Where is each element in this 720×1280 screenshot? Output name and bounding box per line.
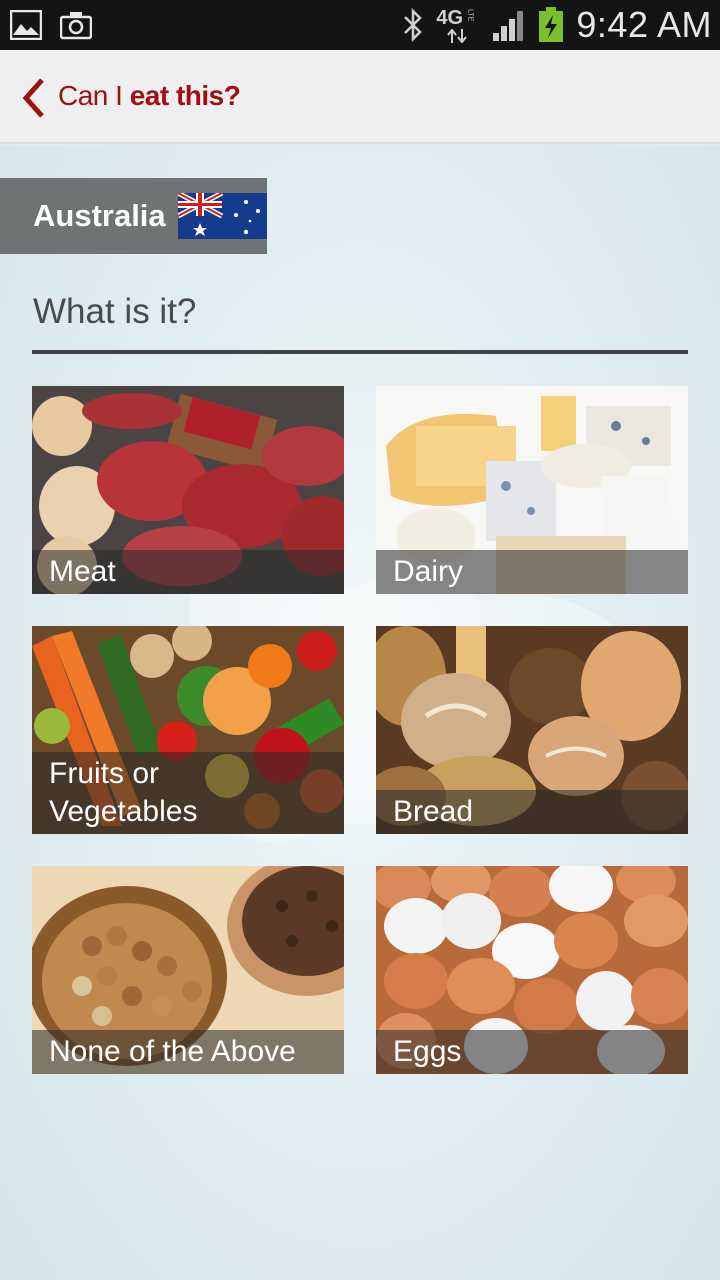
image-icon	[10, 10, 42, 40]
tile-label: Bread	[393, 795, 474, 828]
tile-label: Meat	[49, 555, 116, 588]
category-tile-bread[interactable]: Bread	[376, 626, 688, 834]
app-title: Can I eat this?	[58, 80, 241, 111]
tile-label: Fruits or Vegetables	[49, 757, 198, 828]
signal-icon	[493, 11, 524, 41]
battery-charging-icon	[539, 7, 564, 42]
data-arrows-icon	[447, 29, 468, 43]
question-heading: What is it?	[33, 292, 197, 331]
category-tile-dairy[interactable]: Dairy	[376, 386, 688, 594]
tile-label-band: Meat	[32, 550, 344, 594]
clock: 9:42 AM	[576, 4, 712, 45]
tile-label-band: Dairy	[376, 550, 688, 594]
tile-label-band: Eggs	[376, 1030, 688, 1074]
category-tile-eggs[interactable]: Eggs	[376, 866, 688, 1074]
status-bar: 4G LTE 9:42 AM	[0, 0, 720, 50]
tile-label-band: None of the Above	[32, 1030, 344, 1074]
network-indicator: 4G LTE	[436, 5, 480, 45]
country-name: Australia	[33, 198, 166, 233]
australia-flag-icon	[178, 193, 267, 239]
bluetooth-icon	[404, 8, 423, 42]
tile-label-band: Fruits or Vegetables	[32, 752, 344, 834]
tile-label: Eggs	[393, 1035, 462, 1068]
tile-label: None of the Above	[49, 1035, 296, 1068]
back-chevron-icon[interactable]	[18, 76, 48, 120]
action-bar: Can I eat this?	[0, 50, 720, 144]
camera-icon	[60, 12, 92, 40]
category-tile-fruits-vegetables[interactable]: Fruits or Vegetables	[32, 626, 344, 834]
tile-label: Dairy	[393, 555, 464, 588]
category-tile-meat[interactable]: Meat	[32, 386, 344, 594]
divider	[32, 350, 688, 354]
country-tab[interactable]: Australia	[0, 178, 267, 254]
tile-label-band: Bread	[376, 790, 688, 834]
category-tile-none-of-the-above[interactable]: None of the Above	[32, 866, 344, 1074]
